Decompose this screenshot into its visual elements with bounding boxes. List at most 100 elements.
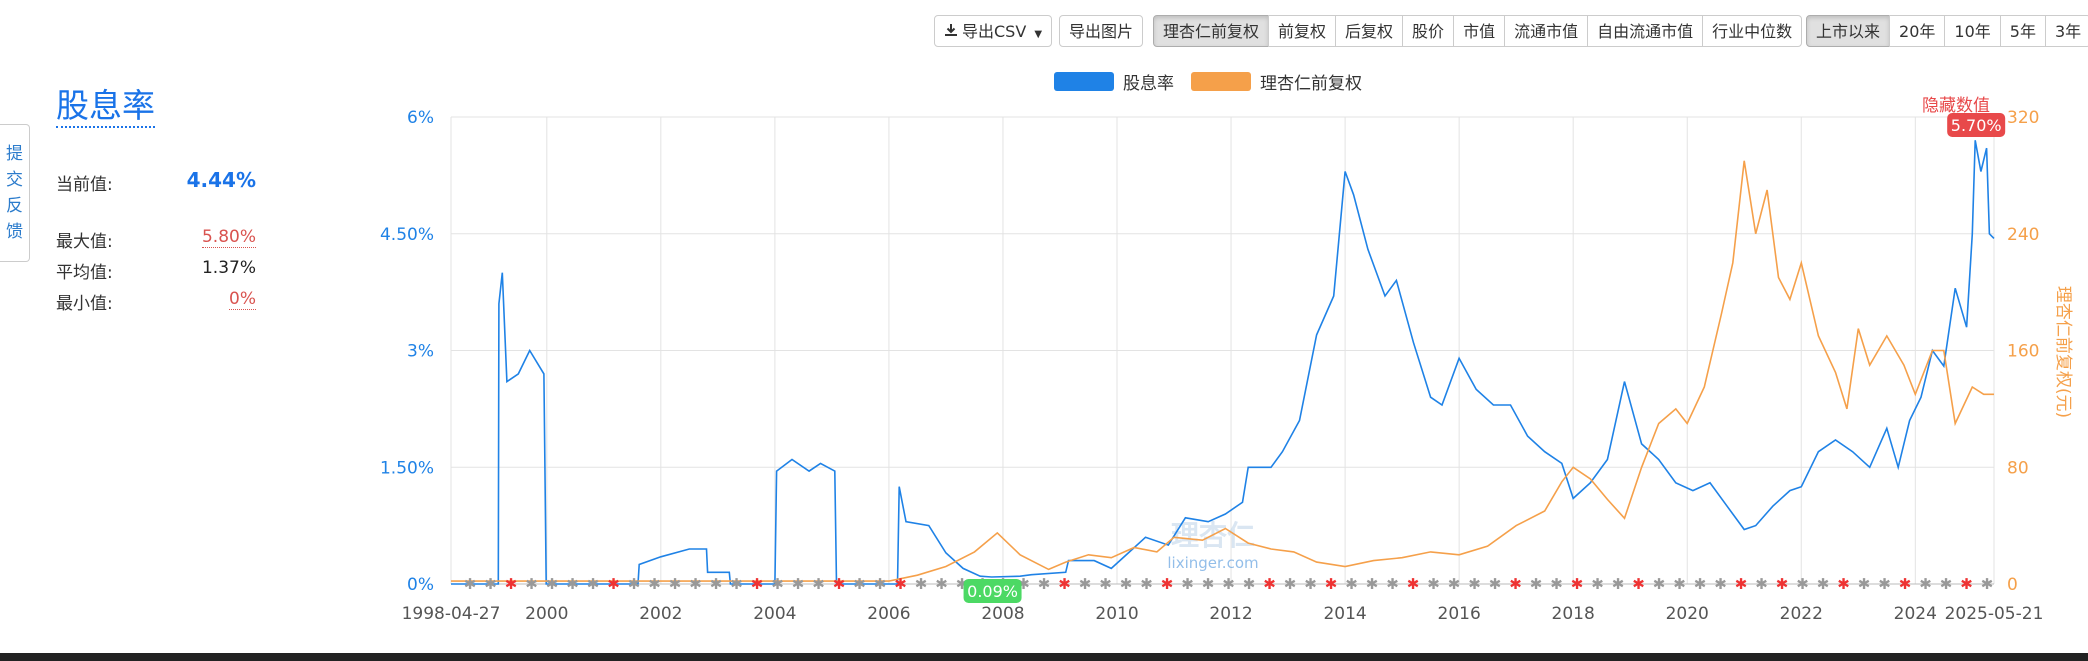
min-badge-label: 0.09% <box>967 582 1018 601</box>
event-markers: ✱ ✱ ✱ ✱ ✱ ✱ ✱ ✱ ✱ ✱ ✱ ✱ ✱ ✱ ✱ ✱ ✱ ✱ ✱ ✱ ✱ ✱ ✱ ✱ ✱ ✱ ✱ ✱ ✱ ✱ ✱ ✱ ✱ ✱ ✱ ✱ ✱ ✱ ✱ ✱… <box>464 575 1994 593</box>
event-marker[interactable]: ✱ <box>525 575 538 593</box>
event-marker[interactable]: ✱ <box>1263 575 1276 593</box>
event-marker[interactable]: ✱ <box>730 575 743 593</box>
event-marker[interactable]: ✱ <box>1776 575 1789 593</box>
bottom-bar <box>0 653 2088 661</box>
event-marker[interactable]: ✱ <box>751 575 764 593</box>
left-tick-label: 6% <box>407 108 434 128</box>
event-marker[interactable]: ✱ <box>792 575 805 593</box>
event-marker[interactable]: ✱ <box>1161 575 1174 593</box>
event-marker[interactable]: ✱ <box>1878 575 1891 593</box>
event-marker[interactable]: ✱ <box>1960 575 1973 593</box>
event-marker[interactable]: ✱ <box>812 575 825 593</box>
watermark: 理杏仁 lixinger.com <box>1167 519 1258 572</box>
x-tick-label: 1998-04-27 <box>402 604 501 624</box>
right-tick-label: 240 <box>2007 225 2039 245</box>
event-marker[interactable]: ✱ <box>1181 575 1194 593</box>
event-marker[interactable]: ✱ <box>1366 575 1379 593</box>
event-marker[interactable]: ✱ <box>1653 575 1666 593</box>
x-tick-label: 2016 <box>1438 604 1481 624</box>
x-tick-label: 2025-05-21 <box>1945 604 2044 624</box>
event-marker[interactable]: ✱ <box>464 575 477 593</box>
event-marker[interactable]: ✱ <box>1632 575 1645 593</box>
value-badges: 5.70% 0.09% <box>963 113 2006 603</box>
event-marker[interactable]: ✱ <box>1325 575 1338 593</box>
event-marker[interactable]: ✱ <box>1694 575 1707 593</box>
event-marker[interactable]: ✱ <box>1673 575 1686 593</box>
event-marker[interactable]: ✱ <box>1345 575 1358 593</box>
event-marker[interactable]: ✱ <box>1550 575 1563 593</box>
event-marker[interactable]: ✱ <box>1120 575 1133 593</box>
event-marker[interactable]: ✱ <box>1509 575 1522 593</box>
event-marker[interactable]: ✱ <box>1981 575 1994 593</box>
event-marker[interactable]: ✱ <box>1386 575 1399 593</box>
chart-grid <box>450 116 1995 585</box>
event-marker[interactable]: ✱ <box>484 575 497 593</box>
event-marker[interactable]: ✱ <box>833 575 846 593</box>
event-marker[interactable]: ✱ <box>1919 575 1932 593</box>
series-layer <box>451 140 1995 585</box>
right-tick-label: 0 <box>2007 575 2018 595</box>
x-tick-label: 2018 <box>1552 604 1595 624</box>
x-tick-label: 2010 <box>1095 604 1138 624</box>
event-marker[interactable]: ✱ <box>874 575 887 593</box>
event-marker[interactable]: ✱ <box>1899 575 1912 593</box>
event-marker[interactable]: ✱ <box>1448 575 1461 593</box>
x-tick-label: 2022 <box>1780 604 1823 624</box>
event-marker[interactable]: ✱ <box>1591 575 1604 593</box>
event-marker[interactable]: ✱ <box>1427 575 1440 593</box>
event-marker[interactable]: ✱ <box>771 575 784 593</box>
event-marker[interactable]: ✱ <box>1530 575 1543 593</box>
event-marker[interactable]: ✱ <box>669 575 682 593</box>
x-tick-label: 2002 <box>639 604 682 624</box>
right-tick-label: 320 <box>2007 108 2039 128</box>
left-tick-label: 0% <box>407 575 434 595</box>
event-marker[interactable]: ✱ <box>1099 575 1112 593</box>
event-marker[interactable]: ✱ <box>1243 575 1256 593</box>
watermark-en: lixinger.com <box>1167 554 1258 572</box>
x-tick-label: 2008 <box>981 604 1024 624</box>
event-marker[interactable]: ✱ <box>1735 575 1748 593</box>
event-marker[interactable]: ✱ <box>689 575 702 593</box>
event-marker[interactable]: ✱ <box>1079 575 1092 593</box>
event-marker[interactable]: ✱ <box>1222 575 1235 593</box>
event-marker[interactable]: ✱ <box>1407 575 1420 593</box>
event-marker[interactable]: ✱ <box>1571 575 1584 593</box>
event-marker[interactable]: ✱ <box>1858 575 1871 593</box>
event-marker[interactable]: ✱ <box>935 575 948 593</box>
event-marker[interactable]: ✱ <box>607 575 620 593</box>
event-marker[interactable]: ✱ <box>1304 575 1317 593</box>
right-tick-label: 160 <box>2007 342 2039 362</box>
event-marker[interactable]: ✱ <box>505 575 518 593</box>
event-marker[interactable]: ✱ <box>853 575 866 593</box>
left-tick-label: 1.50% <box>380 458 434 478</box>
event-marker[interactable]: ✱ <box>1038 575 1051 593</box>
event-marker[interactable]: ✱ <box>628 575 641 593</box>
event-marker[interactable]: ✱ <box>648 575 661 593</box>
event-marker[interactable]: ✱ <box>894 575 907 593</box>
event-marker[interactable]: ✱ <box>1612 575 1625 593</box>
x-tick-label: 2000 <box>525 604 568 624</box>
event-marker[interactable]: ✱ <box>566 575 579 593</box>
event-marker[interactable]: ✱ <box>1940 575 1953 593</box>
event-marker[interactable]: ✱ <box>1837 575 1850 593</box>
event-marker[interactable]: ✱ <box>546 575 559 593</box>
hide-values-link[interactable]: 隐藏数值 <box>1922 96 1990 116</box>
event-marker[interactable]: ✱ <box>1817 575 1830 593</box>
event-marker[interactable]: ✱ <box>1058 575 1071 593</box>
event-marker[interactable]: ✱ <box>1140 575 1153 593</box>
event-marker[interactable]: ✱ <box>1284 575 1297 593</box>
event-marker[interactable]: ✱ <box>1468 575 1481 593</box>
event-marker[interactable]: ✱ <box>1202 575 1215 593</box>
x-tick-label: 2004 <box>753 604 796 624</box>
event-marker[interactable]: ✱ <box>1755 575 1768 593</box>
event-marker[interactable]: ✱ <box>915 575 928 593</box>
event-marker[interactable]: ✱ <box>1489 575 1502 593</box>
event-marker[interactable]: ✱ <box>1714 575 1727 593</box>
right-axis-title: 理杏仁前复权(元) <box>2053 286 2073 418</box>
max-badge-label: 5.70% <box>1951 116 2002 135</box>
event-marker[interactable]: ✱ <box>710 575 723 593</box>
event-marker[interactable]: ✱ <box>1796 575 1809 593</box>
event-marker[interactable]: ✱ <box>587 575 600 593</box>
x-tick-label: 2024 <box>1894 604 1937 624</box>
